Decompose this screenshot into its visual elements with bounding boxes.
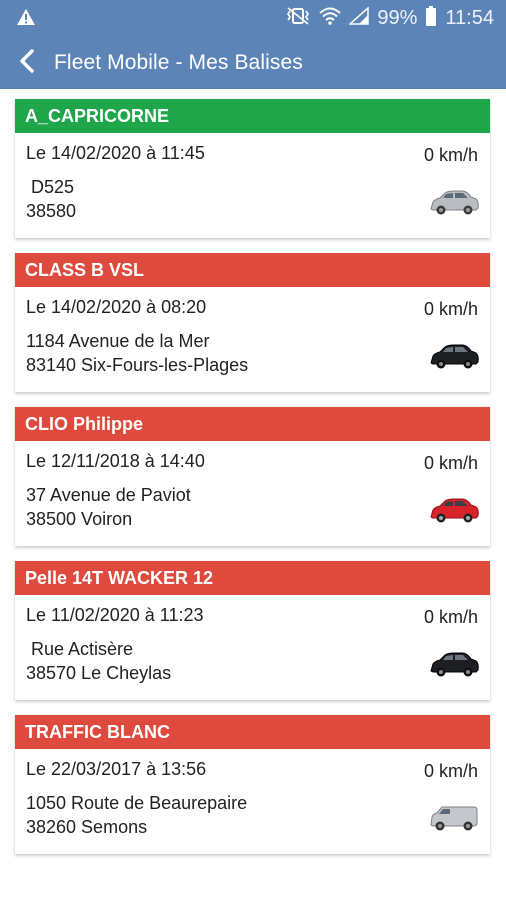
beacon-card[interactable]: CLIO Philippe Le 12/11/2018 à 14:40 0 km/h…: [15, 407, 490, 546]
address-line-2: 83140 Six-Fours-les-Plages: [26, 355, 249, 375]
address-line-2: 38580: [26, 201, 77, 221]
address-line-1: Rue Actisère: [26, 639, 134, 659]
address-line-1: 1050 Route de Beaurepaire: [26, 793, 248, 813]
chevron-left-icon: [18, 48, 36, 79]
status-bar: 99% 11:54: [0, 0, 506, 37]
beacon-name: CLIO Philippe: [15, 407, 490, 441]
beacon-card[interactable]: Pelle 14T WACKER 12 Le 11/02/2020 à 11:23…: [15, 561, 490, 700]
battery-icon: [425, 6, 437, 31]
address: 1050 Route de Beaurepaire 38260 Semons: [26, 791, 247, 839]
beacon-list: A_CAPRICORNE Le 14/02/2020 à 11:45 0 km/h …: [15, 99, 490, 869]
address: 1184 Avenue de la Mer 83140 Six-Fours-les…: [26, 329, 248, 377]
beacon-name: A_CAPRICORNE: [15, 99, 490, 133]
app-bar: Fleet Mobile - Mes Balises: [0, 37, 506, 89]
back-button[interactable]: [6, 37, 48, 89]
address-line-2: 38500 Voiron: [26, 509, 133, 529]
address-line-1: 37 Avenue de Paviot: [26, 485, 191, 505]
beacon-card[interactable]: TRAFFIC BLANC Le 22/03/2017 à 13:56 0 km/h…: [15, 715, 490, 854]
silver-van-icon: [428, 804, 480, 834]
speed: 0 km/h: [423, 299, 478, 319]
last-update-date: Le 14/02/2020 à 11:45: [26, 143, 205, 163]
address-line-2: 38570 Le Cheylas: [26, 663, 172, 683]
black-car-icon: [428, 650, 480, 680]
signal-icon: [348, 6, 370, 30]
beacon-card[interactable]: CLASS B VSL Le 14/02/2020 à 08:20 0 km/h 11…: [15, 253, 490, 392]
speed: 0 km/h: [423, 607, 478, 627]
beacon-name: TRAFFIC BLANC: [15, 715, 490, 749]
page-title: Fleet Mobile - Mes Balises: [54, 51, 303, 74]
last-update-date: Le 12/11/2018 à 14:40: [26, 451, 205, 471]
beacon-details: Le 11/02/2020 à 11:23 0 km/h Rue Actisère…: [15, 595, 490, 700]
beacon-card[interactable]: A_CAPRICORNE Le 14/02/2020 à 11:45 0 km/h …: [15, 99, 490, 238]
beacon-name: CLASS B VSL: [15, 253, 490, 287]
red-car-icon: [428, 496, 480, 526]
black-car-icon: [428, 342, 480, 372]
wifi-icon: [319, 7, 342, 30]
address: Rue Actisère 38570 Le Cheylas: [26, 637, 171, 685]
speed: 0 km/h: [423, 453, 478, 473]
warning-icon: [16, 8, 36, 31]
last-update-date: Le 14/02/2020 à 08:20: [26, 297, 207, 317]
beacon-name: Pelle 14T WACKER 12: [15, 561, 490, 595]
clock: 11:54: [445, 7, 494, 29]
speed: 0 km/h: [423, 761, 478, 781]
vibrate-icon: [285, 7, 311, 30]
beacon-details: Le 12/11/2018 à 14:40 0 km/h 37 Avenue de …: [15, 441, 490, 546]
beacon-details: Le 22/03/2017 à 13:56 0 km/h 1050 Route de…: [15, 749, 490, 854]
speed: 0 km/h: [423, 145, 478, 165]
silver-car-icon: [428, 188, 480, 218]
address: D525 38580: [26, 175, 76, 223]
address-line-1: 1184 Avenue de la Mer: [26, 331, 210, 351]
address: 37 Avenue de Paviot 38500 Voiron: [26, 483, 191, 531]
address-line-2: 38260 Semons: [26, 817, 148, 837]
address-line-1: D525: [26, 177, 75, 197]
beacon-details: Le 14/02/2020 à 08:20 0 km/h 1184 Avenue d…: [15, 287, 490, 392]
battery-percent: 99%: [377, 7, 418, 29]
beacon-details: Le 14/02/2020 à 11:45 0 km/h D525 38580: [15, 133, 490, 238]
last-update-date: Le 11/02/2020 à 11:23: [26, 605, 204, 625]
last-update-date: Le 22/03/2017 à 13:56: [26, 759, 207, 779]
